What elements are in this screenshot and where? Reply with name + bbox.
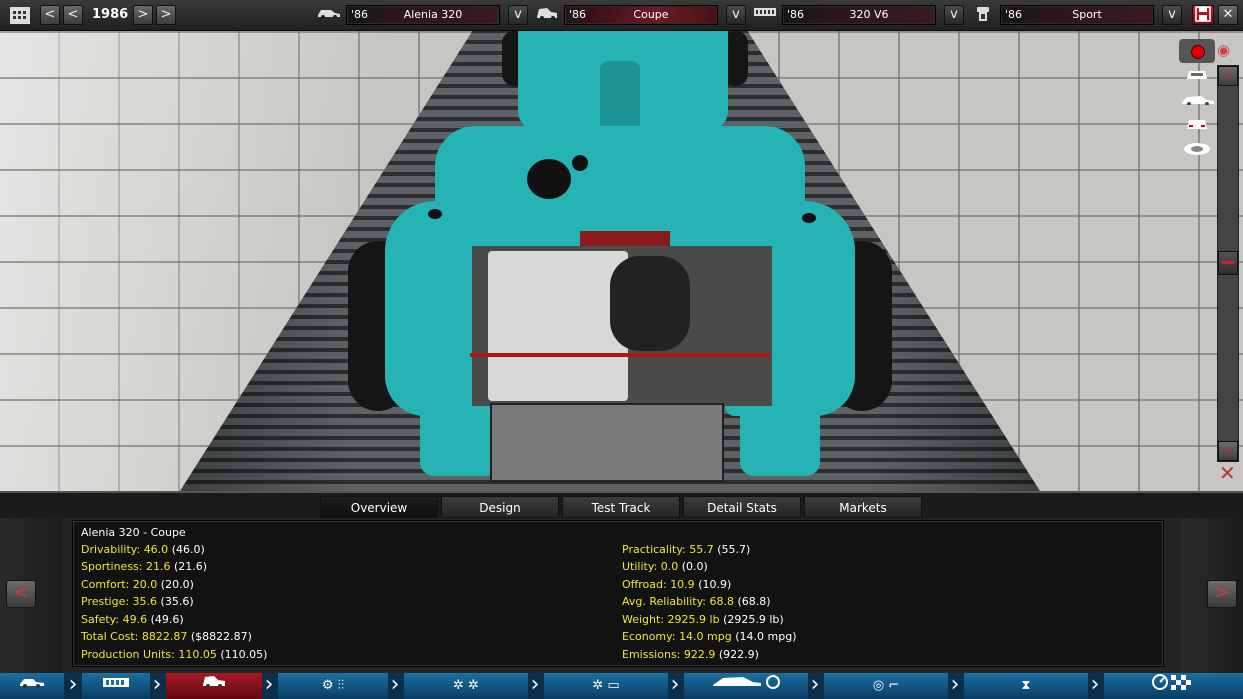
variant-icon: [972, 5, 994, 25]
nav-engine[interactable]: ⚙ ⫶⫶: [278, 673, 388, 699]
nav-chevron: ›: [670, 673, 680, 697]
year-next-button[interactable]: >: [133, 5, 153, 25]
stat-sportiness: Sportiness: 21.6 (21.6): [81, 560, 208, 573]
nav-brakes[interactable]: ✲ ▭: [544, 673, 668, 699]
design-stage-nav: › › › ⚙ ⫶⫶ › ✲ ✲ › ✲ ▭ › › ◎ ⌐ › ⧗ ›: [0, 673, 1243, 699]
nav-chevron: ›: [950, 673, 960, 697]
nav-wheels[interactable]: ✲ ✲: [404, 673, 528, 699]
car-3d-viewport[interactable]: ◉ ∧ ∨ ✕: [0, 31, 1243, 491]
stat-utility: Utility: 0.0 (0.0): [622, 560, 708, 573]
camera-record-icon[interactable]: [1179, 39, 1215, 63]
stat-drivability: Drivability: 46.0 (46.0): [81, 543, 205, 556]
tab-markets[interactable]: Markets: [804, 496, 922, 518]
stat-total-cost: Total Cost: 8822.87 ($8822.87): [81, 630, 252, 643]
nav-interior[interactable]: ◎ ⌐: [824, 673, 948, 699]
aero-fan-icon: [711, 675, 781, 693]
model-select[interactable]: '86 Alenia 320: [346, 5, 500, 25]
year-label: 1986: [92, 7, 129, 22]
trim-dropdown-button[interactable]: v: [726, 5, 746, 25]
model-dropdown-button[interactable]: v: [508, 5, 528, 25]
nav-engine-block[interactable]: [82, 673, 150, 699]
calendar-icon[interactable]: [8, 5, 32, 25]
stat-emissions: Emissions: 922.9 (922.9): [622, 648, 759, 661]
year-prev-fast-button[interactable]: <: [40, 5, 60, 25]
stat-comfort: Comfort: 20.0 (20.0): [81, 578, 194, 591]
car-body-icon: [201, 676, 227, 693]
variant-select[interactable]: '86 Sport: [1000, 5, 1154, 25]
front-view-car-icon[interactable]: [1181, 67, 1213, 81]
zoom-thumb[interactable]: [1218, 251, 1238, 275]
stat-offroad: Offroad: 10.9 (10.9): [622, 578, 732, 591]
tab-test-track[interactable]: Test Track: [562, 496, 680, 518]
car-chassis-model: [340, 31, 900, 491]
car-trim-icon: [534, 5, 560, 25]
suspension-icon: ⧗: [1021, 678, 1031, 693]
nav-aero[interactable]: [684, 673, 808, 699]
nav-chevron: ›: [264, 673, 274, 697]
variant-dropdown-button[interactable]: v: [1162, 5, 1182, 25]
nav-chevron: ›: [1090, 673, 1100, 697]
zoom-in-arrow[interactable]: ∧: [1218, 66, 1238, 86]
wheels-icon: ✲ ✲: [453, 678, 479, 693]
prev-car-button[interactable]: <: [6, 580, 36, 608]
car-title: Alenia 320 - Coupe: [81, 526, 186, 539]
tab-bar: Overview Design Test Track Detail Stats …: [0, 491, 1243, 520]
left-side-column: <: [0, 518, 62, 673]
stat-weight: Weight: 2925.9 lb (2925.9 lb): [622, 613, 784, 626]
stat-prestige: Prestige: 35.6 (35.6): [81, 595, 194, 608]
top-view-car-icon[interactable]: [1181, 141, 1213, 155]
nav-chevron: ›: [390, 673, 400, 697]
trim-select[interactable]: '86 Coupe: [564, 5, 718, 25]
tab-design[interactable]: Design: [441, 496, 559, 518]
top-toolbar: < < 1986 > > '86 Alenia 320 v '86 Coupe v …: [0, 0, 1243, 31]
engine-icon: [752, 5, 778, 25]
overview-panel: < > Alenia 320 - Coupe Drivability: 46.0…: [0, 518, 1243, 673]
brakes-icon: ✲ ▭: [592, 678, 620, 693]
nav-body[interactable]: [166, 673, 262, 699]
nav-chevron: ›: [68, 673, 78, 697]
right-side-column: >: [1181, 518, 1243, 673]
stat-safety: Safety: 49.6 (49.6): [81, 613, 184, 626]
hide-tools-icon[interactable]: ✕: [1219, 461, 1236, 485]
stat-avg-reliability: Avg. Reliability: 68.8 (68.8): [622, 595, 771, 608]
tab-overview[interactable]: Overview: [320, 496, 438, 518]
car-model-icon: [316, 5, 342, 25]
side-view-car-icon[interactable]: [1181, 93, 1214, 107]
nav-testing[interactable]: [1104, 673, 1243, 699]
nav-chevron: ›: [810, 673, 820, 697]
nav-suspension[interactable]: ⧗: [964, 673, 1088, 699]
gearbox-icon: ⚙ ⫶⫶: [321, 678, 345, 693]
next-car-button[interactable]: >: [1207, 580, 1237, 608]
eye-icon[interactable]: ◉: [1217, 41, 1230, 59]
engine-block-icon: [102, 678, 130, 693]
speedometer-flag-icon: [1151, 674, 1197, 695]
stat-production-units: Production Units: 110.05 (110.05): [81, 648, 268, 661]
year-prev-button[interactable]: <: [63, 5, 83, 25]
nav-chevron: ›: [152, 673, 162, 697]
nav-chassis[interactable]: [0, 673, 64, 699]
zoom-out-arrow[interactable]: ∨: [1218, 441, 1238, 461]
steering-seat-icon: ◎ ⌐: [872, 678, 900, 693]
car-chassis-icon: [19, 678, 45, 693]
rear-view-car-icon[interactable]: [1181, 117, 1213, 131]
stat-economy: Economy: 14.0 mpg (14.0 mpg): [622, 630, 797, 643]
stats-table: Alenia 320 - Coupe Drivability: 46.0 (46…: [72, 520, 1164, 667]
engine-dropdown-button[interactable]: v: [944, 5, 964, 25]
engine-select[interactable]: '86 320 V6: [782, 5, 936, 25]
close-icon[interactable]: ✕: [1218, 5, 1238, 25]
tab-detail-stats[interactable]: Detail Stats: [683, 496, 801, 518]
view-tools-panel: ◉ ∧ ∨ ✕: [1179, 35, 1239, 485]
save-icon[interactable]: [1192, 5, 1214, 25]
year-next-fast-button[interactable]: >: [156, 5, 176, 25]
zoom-scrollbar[interactable]: ∧ ∨: [1217, 65, 1239, 462]
nav-chevron: ›: [530, 673, 540, 697]
stat-practicality: Practicality: 55.7 (55.7): [622, 543, 751, 556]
